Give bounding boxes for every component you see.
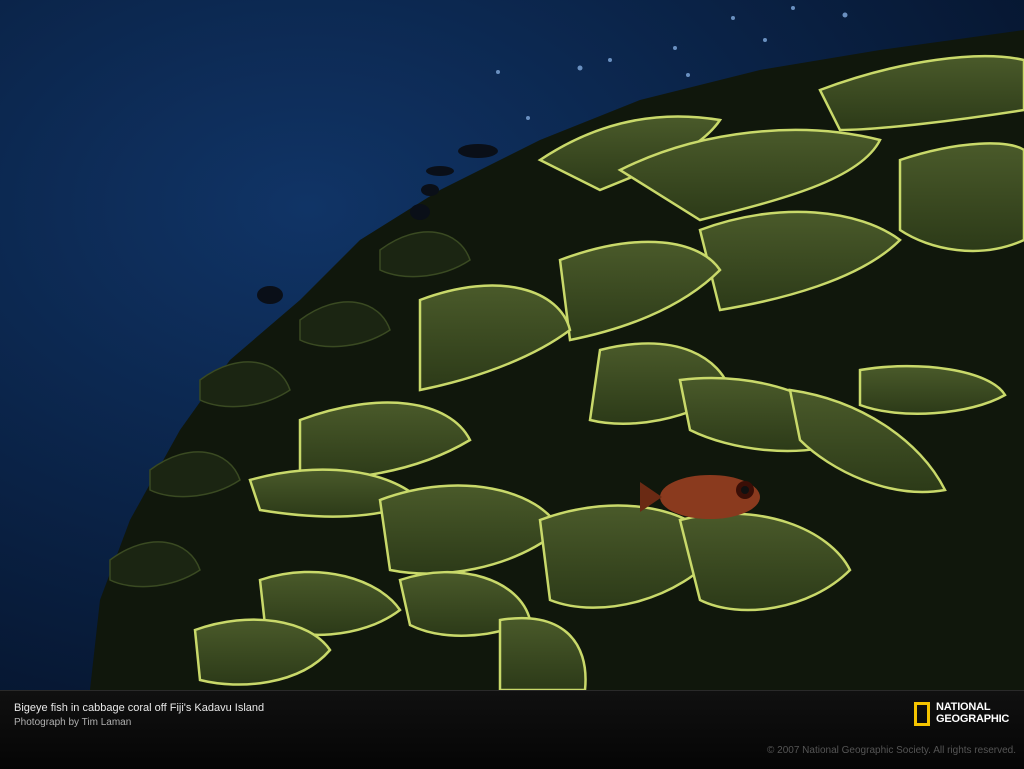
- caption-bar: Bigeye fish in cabbage coral off Fiji's …: [0, 690, 1024, 769]
- national-geographic-logo: NATIONAL GEOGRAPHIC: [914, 701, 1018, 731]
- photo-illustration: [0, 0, 1024, 690]
- coral-reef-photo: [0, 0, 1024, 690]
- caption-title: Bigeye fish in cabbage coral off Fiji's …: [14, 702, 265, 714]
- yellow-frame-icon: [914, 702, 930, 726]
- copyright-notice: © 2007 National Geographic Society. All …: [767, 745, 1016, 756]
- logo-line-2: GEOGRAPHIC: [936, 713, 1010, 725]
- logo-text: NATIONAL GEOGRAPHIC: [936, 701, 1009, 725]
- logo-line-1: NATIONAL: [936, 701, 991, 713]
- photo-credit: Photograph by Tim Laman: [14, 717, 132, 728]
